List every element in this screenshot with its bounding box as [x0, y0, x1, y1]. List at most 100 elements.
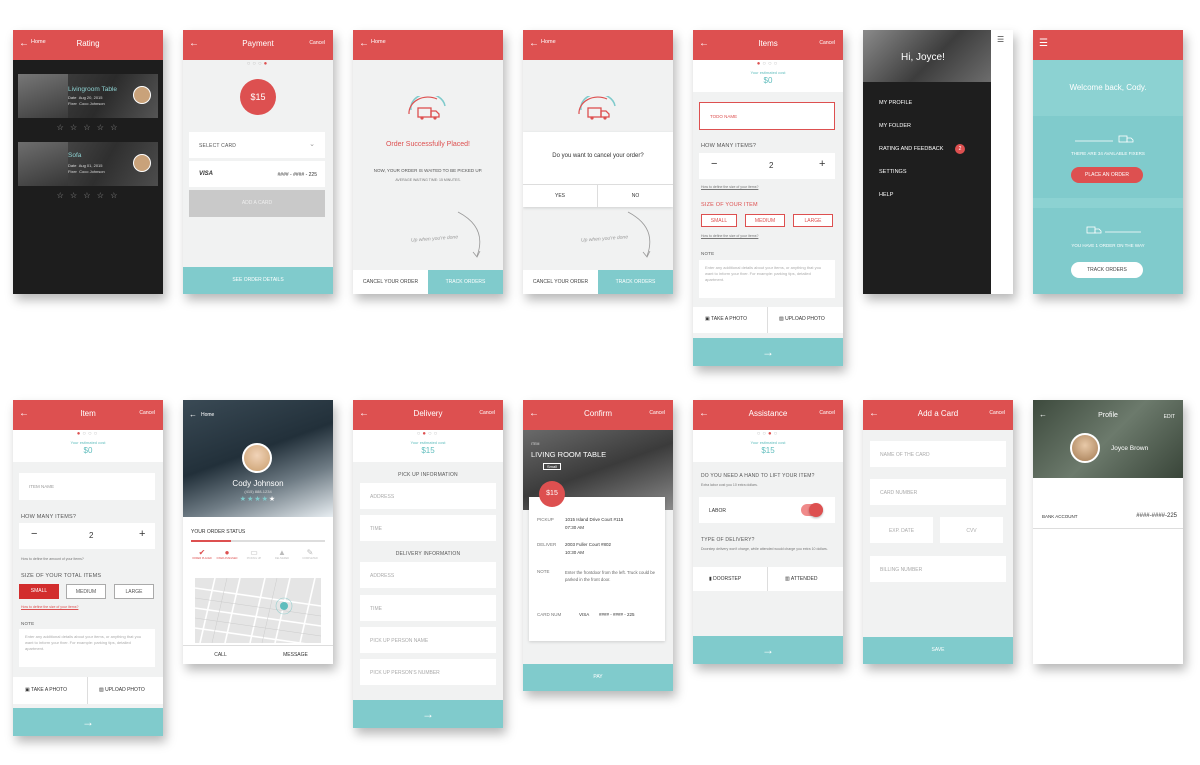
size-small-button[interactable]: SMALL	[19, 584, 59, 599]
back-label[interactable]: Home	[201, 412, 214, 418]
estimate-value: $15	[421, 446, 435, 455]
cvv-input[interactable]: CVV	[940, 517, 1003, 543]
doorstep-option[interactable]: ▮ DOORSTEP	[709, 576, 741, 582]
size-medium-button[interactable]: MEDIUM	[745, 214, 785, 227]
progress-dots: ○○●○	[756, 431, 780, 437]
saved-card[interactable]: VISA #### - #### - 225	[189, 161, 325, 187]
item-image	[18, 142, 68, 186]
exp-date-input[interactable]: EXP. DATE	[870, 517, 933, 543]
pickup-person-number-input[interactable]: PICK UP PERSON'S NUMBER	[360, 659, 496, 685]
minus-button[interactable]: −	[711, 158, 717, 170]
cancel-link[interactable]: Cancel	[139, 410, 155, 416]
pickup-person-name-input[interactable]: PICK UP PERSON NAME	[360, 627, 496, 653]
labor-toggle[interactable]	[801, 503, 823, 517]
menu-item-folder[interactable]: MY FOLDER	[879, 123, 911, 129]
size-small-button[interactable]: SMALL	[701, 214, 737, 227]
card-name-input[interactable]: NAME OF THE CARD	[870, 441, 1006, 467]
save-button[interactable]: SAVE	[863, 637, 1013, 664]
menu-item-rating[interactable]: RATING AND FEEDBACK	[879, 146, 943, 152]
note-textarea[interactable]: Enter any additional details about your …	[699, 260, 835, 298]
card-number-input[interactable]: CARD NUMBER	[870, 479, 1006, 505]
back-label[interactable]: Home	[541, 39, 556, 45]
yes-button[interactable]: YES	[523, 185, 597, 207]
billing-number-input[interactable]: BILLING NUMBER	[870, 556, 1006, 582]
hamburger-icon[interactable]: ☰	[997, 35, 1004, 44]
price-circle: $15	[240, 79, 276, 115]
call-button[interactable]: CALL	[183, 646, 258, 664]
back-arrow-icon[interactable]: ←	[529, 38, 539, 50]
quantity-stepper[interactable]: − 2 +	[19, 523, 155, 549]
next-arrow-button[interactable]: →	[353, 700, 503, 728]
quantity-value: 2	[769, 161, 774, 170]
deliver-address: 2003 Fuller Court #802	[565, 542, 612, 547]
delivery-address-input[interactable]: ADDRESS	[360, 562, 496, 588]
item-name-input[interactable]: TODO NAME	[699, 102, 835, 130]
plus-button[interactable]: +	[139, 528, 145, 540]
labor-subtext: Extra labor cost you 10 extra dollars.	[701, 483, 758, 487]
edit-button[interactable]: EDIT	[1164, 414, 1175, 420]
check-icon: ✔	[198, 548, 206, 557]
note-textarea[interactable]: Enter any additional details about your …	[19, 629, 155, 667]
avatar	[1070, 433, 1100, 463]
size-large-button[interactable]: LARGE	[114, 584, 154, 599]
next-arrow-button[interactable]: →	[13, 708, 163, 736]
cancel-order-button[interactable]: CANCEL YOUR ORDER	[353, 270, 428, 294]
size-help-link[interactable]: How to define the size of your items?	[701, 234, 758, 238]
greeting: Hi, Joyce!	[901, 52, 945, 63]
back-arrow-icon[interactable]: ←	[359, 38, 369, 50]
minus-button[interactable]: −	[31, 528, 37, 540]
track-orders-button[interactable]: TRACK ORDERS	[1071, 262, 1143, 278]
pickup-address-input[interactable]: ADDRESS	[360, 483, 496, 509]
no-button[interactable]: NO	[598, 185, 673, 207]
star-rating[interactable]: ☆ ☆ ☆ ☆ ☆	[13, 191, 163, 200]
back-arrow-icon[interactable]: ←	[189, 410, 197, 419]
upload-photo-button[interactable]: ▧ UPLOAD PHOTO	[779, 316, 825, 322]
upload-photo-button[interactable]: ▧ UPLOAD PHOTO	[99, 687, 145, 693]
see-order-details-button[interactable]: SEE ORDER DETAILS	[183, 267, 333, 294]
add-card-button[interactable]: ADD A CARD	[189, 190, 325, 217]
rating-card[interactable]: Livingroom Table Date Aug 20, 2015 Fixer…	[18, 74, 158, 118]
quantity-stepper[interactable]: − 2 +	[699, 153, 835, 179]
plus-button[interactable]: +	[819, 158, 825, 170]
hamburger-icon[interactable]: ☰	[1039, 38, 1048, 50]
select-card-dropdown[interactable]: SELECT CARD ⌄	[189, 132, 325, 158]
delivery-time-input[interactable]: TIME	[360, 595, 496, 621]
pickup-time-input[interactable]: TIME	[360, 515, 496, 541]
message-button[interactable]: MESSAGE	[258, 646, 333, 664]
cancel-link[interactable]: Cancel	[819, 40, 835, 46]
building-icon: ▥	[785, 576, 790, 582]
item-name-input[interactable]: ITEM NAME	[19, 473, 155, 500]
back-label[interactable]: Home	[371, 39, 386, 45]
track-orders-button[interactable]: TRACK ORDERS	[598, 270, 673, 294]
menu-item-profile[interactable]: MY PROFILE	[879, 100, 912, 106]
bank-account-row[interactable]: BANK ACCOUNT ####-####-225	[1033, 503, 1183, 529]
pay-button[interactable]: PAY	[523, 664, 673, 691]
menu-item-settings[interactable]: SETTINGS	[879, 169, 907, 175]
size-medium-button[interactable]: MEDIUM	[66, 584, 106, 599]
cancel-link[interactable]: Cancel	[479, 410, 495, 416]
attended-option[interactable]: ▥ ATTENDED	[785, 576, 817, 582]
cancel-link[interactable]: Cancel	[819, 410, 835, 416]
size-large-button[interactable]: LARGE	[793, 214, 833, 227]
track-orders-button[interactable]: TRACK ORDERS	[428, 270, 503, 294]
take-photo-button[interactable]: ▣ TAKE A PHOTO	[25, 687, 67, 693]
size-label: SIZE OF YOUR TOTAL ITEMS	[21, 573, 102, 579]
cancel-link[interactable]: Cancel	[309, 40, 325, 46]
next-arrow-button[interactable]: →	[693, 338, 843, 366]
size-help-link[interactable]: How to define the size of your items?	[21, 605, 78, 609]
next-arrow-button[interactable]: →	[693, 636, 843, 664]
menu-item-help[interactable]: HELP	[879, 192, 893, 198]
avatar	[133, 86, 151, 104]
rating-card[interactable]: Sofa Date Aug 01, 2015 Fixer Coco Johnso…	[18, 142, 158, 186]
place-order-button[interactable]: PLACE AN ORDER	[1071, 167, 1143, 183]
fixer-tracking-screen: ← Home Cody Johnson (415) 888-1234 ★★★★★…	[183, 400, 333, 664]
size-help-link[interactable]: How to define the size of your items?	[701, 185, 758, 189]
map[interactable]	[195, 578, 321, 643]
cancel-confirm-screen: ← Home Do you want to cancel your order?…	[523, 30, 673, 294]
take-photo-button[interactable]: ▣ TAKE A PHOTO	[705, 316, 747, 322]
star-rating[interactable]: ☆ ☆ ☆ ☆ ☆	[13, 123, 163, 132]
cancel-link[interactable]: Cancel	[649, 410, 665, 416]
cancel-order-button[interactable]: CANCEL YOUR ORDER	[523, 270, 598, 294]
amount-help-link[interactable]: How to define the amount of your items?	[21, 557, 84, 561]
cancel-link[interactable]: Cancel	[989, 410, 1005, 416]
